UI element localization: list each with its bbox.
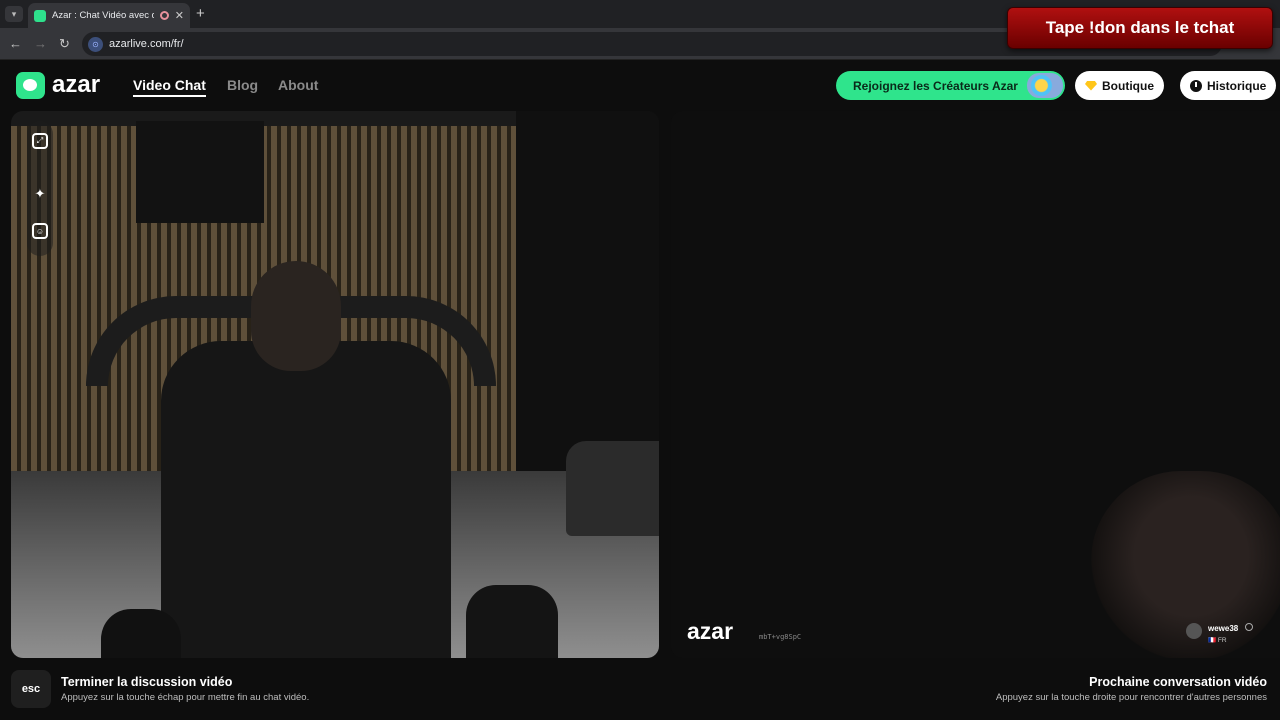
- watermark-id: mbT+vg8SpC: [759, 633, 802, 641]
- gem-icon: [1085, 80, 1097, 91]
- verified-badge-icon: [1244, 623, 1253, 631]
- esc-key-button[interactable]: esc: [11, 670, 51, 708]
- user-avatar: [1186, 623, 1202, 639]
- url-text: azarlive.com/fr/: [109, 38, 184, 50]
- new-tab-icon[interactable]: +: [196, 5, 205, 22]
- video-background-dark: [516, 111, 659, 471]
- browser-tab[interactable]: Azar : Chat Vidéo avec de n ✕: [28, 3, 190, 28]
- site-header: azar Video Chat Blog About Rejoignez les…: [0, 60, 1280, 110]
- next-chat-title: Prochaine conversation vidéo: [1089, 675, 1267, 689]
- remote-user-country: 🇫🇷 FR: [1208, 637, 1227, 644]
- tab-title: Azar : Chat Vidéo avec de n: [52, 10, 154, 21]
- expand-icon[interactable]: ⤢: [32, 133, 48, 149]
- person-head: [251, 261, 341, 371]
- face-sticker-icon[interactable]: ☺: [32, 223, 48, 239]
- next-chat-description: Appuyez sur la touche droite pour rencon…: [995, 692, 1267, 703]
- azar-favicon-icon: [34, 9, 46, 22]
- shop-button[interactable]: Boutique: [1075, 71, 1164, 100]
- stream-overlay-banner: Tape !don dans le tchat: [1007, 7, 1273, 49]
- tab-list-icon[interactable]: ▾: [5, 6, 23, 22]
- country-code: FR: [1217, 637, 1227, 644]
- remote-video: azar mbT+vg8SpC wewe38 🇫🇷 FR: [671, 111, 1280, 658]
- end-chat-title: Terminer la discussion vidéo: [61, 675, 233, 689]
- join-creators-button[interactable]: Rejoignez les Créateurs Azar: [836, 71, 1065, 100]
- person-body: [161, 341, 451, 658]
- remote-user-tag[interactable]: wewe38 🇫🇷 FR: [1186, 618, 1253, 644]
- reload-icon[interactable]: ↻: [59, 36, 70, 52]
- azar-logo-icon[interactable]: [16, 72, 45, 99]
- remote-user-name: wewe38: [1208, 624, 1239, 633]
- video-background-panel: [136, 121, 264, 223]
- history-button[interactable]: Historique: [1180, 71, 1277, 100]
- azar-logo[interactable]: azar: [52, 71, 100, 99]
- back-icon[interactable]: ←: [9, 36, 22, 51]
- clock-icon: [1190, 79, 1202, 92]
- nav-video-chat[interactable]: Video Chat: [133, 77, 206, 97]
- sparkle-effects-icon[interactable]: ✦: [32, 186, 48, 202]
- nav-blog[interactable]: Blog: [227, 77, 258, 93]
- video-bench: [566, 441, 659, 536]
- chair-armrest-left: [101, 609, 181, 658]
- site-info-icon[interactable]: ⊙: [88, 36, 103, 52]
- recording-icon: [159, 11, 169, 20]
- shop-label: Boutique: [1102, 78, 1154, 93]
- forward-icon[interactable]: →: [34, 36, 47, 51]
- end-chat-description: Appuyez sur la touche échap pour mettre …: [61, 692, 310, 703]
- creators-illustration-icon: [1027, 73, 1063, 98]
- nav-about[interactable]: About: [278, 77, 318, 93]
- history-label: Historique: [1207, 78, 1267, 93]
- azar-watermark: azar: [687, 618, 734, 644]
- close-icon[interactable]: ✕: [175, 9, 184, 22]
- join-creators-label: Rejoignez les Créateurs Azar: [853, 78, 1018, 93]
- local-video: ⤢ ✦ ☺: [11, 111, 659, 658]
- chair-armrest-right: [466, 585, 558, 658]
